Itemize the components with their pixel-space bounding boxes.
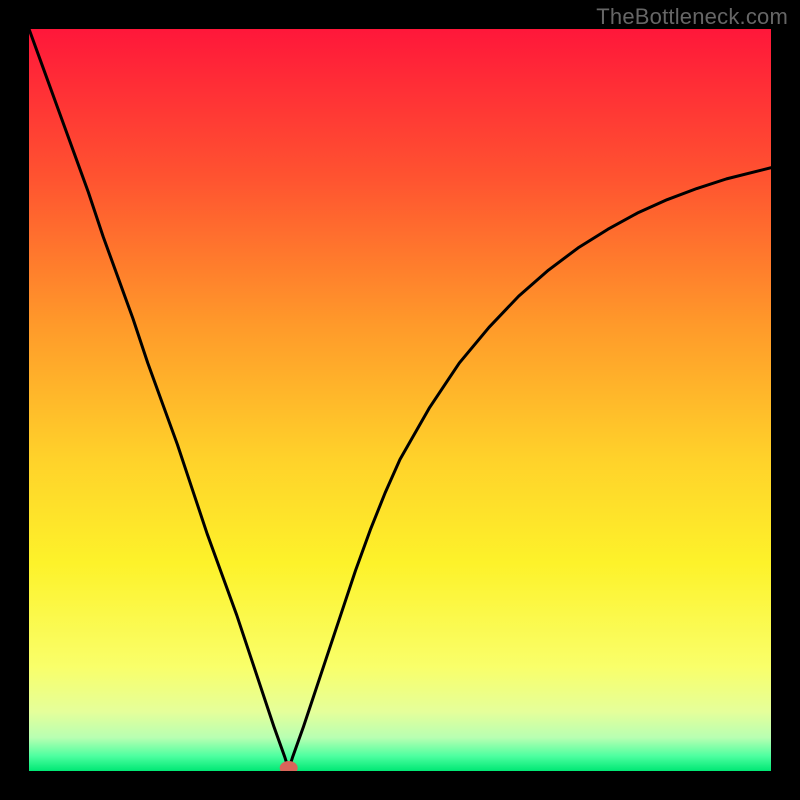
watermark-text: TheBottleneck.com xyxy=(596,4,788,30)
chart-frame: TheBottleneck.com xyxy=(0,0,800,800)
chart-svg xyxy=(29,29,771,771)
plot-area xyxy=(29,29,771,771)
gradient-background xyxy=(29,29,771,771)
